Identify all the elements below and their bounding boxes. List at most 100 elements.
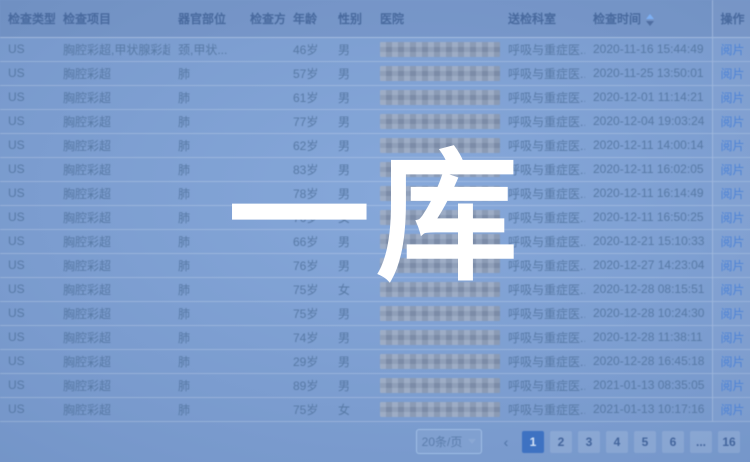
cell-exam-time: 2020-12-11 14:00:14 bbox=[585, 133, 712, 157]
table-row: US 胸腔彩超 肺 83岁 男 呼吸与重症医... 2020-12-11 16:… bbox=[0, 157, 750, 181]
cell-organ-part: 肺 bbox=[170, 133, 242, 157]
cell-age: 75岁 bbox=[285, 301, 330, 325]
cell-organ-part: 肺 bbox=[170, 301, 242, 325]
cell-exam-time: 2020-12-28 11:38:11 bbox=[585, 325, 712, 349]
table-row: US 胸腔彩超 肺 77岁 男 呼吸与重症医... 2020-12-04 19:… bbox=[0, 109, 750, 133]
cell-action: 阅片 bbox=[712, 37, 750, 61]
page-list: 123456... 16 bbox=[522, 431, 740, 453]
cell-organ-part: 肺 bbox=[170, 109, 242, 133]
cell-exam-type: US bbox=[0, 133, 55, 157]
page-size-select[interactable]: 20条/页 bbox=[416, 429, 482, 454]
page-button-6[interactable]: 6 bbox=[662, 431, 684, 453]
cell-exam-project: 胸腔彩超 bbox=[55, 181, 170, 205]
column-header-time[interactable]: 检查时间 bbox=[585, 0, 712, 37]
cell-exam-time: 2020-12-28 10:24:30 bbox=[585, 301, 712, 325]
cell-exam-time: 2020-11-25 13:50:01 bbox=[585, 61, 712, 85]
column-header-dept: 送检科室 bbox=[500, 0, 585, 37]
read-film-link[interactable]: 阅片 bbox=[721, 283, 745, 297]
cell-department: 呼吸与重症医... bbox=[500, 181, 585, 205]
cell-exam-method bbox=[242, 61, 285, 85]
read-film-link[interactable]: 阅片 bbox=[721, 379, 745, 393]
read-film-link[interactable]: 阅片 bbox=[721, 139, 745, 153]
read-film-link[interactable]: 阅片 bbox=[721, 163, 745, 177]
column-label: 检查类型 bbox=[8, 12, 55, 26]
cell-hospital bbox=[372, 373, 500, 397]
column-label: 检查时间 bbox=[593, 12, 641, 26]
cell-department: 呼吸与重症医... bbox=[500, 133, 585, 157]
cell-action: 阅片 bbox=[712, 253, 750, 277]
page-button-5[interactable]: 5 bbox=[634, 431, 656, 453]
cell-exam-type: US bbox=[0, 85, 55, 109]
read-film-link[interactable]: 阅片 bbox=[721, 91, 745, 105]
redacted-hospital-block bbox=[380, 90, 500, 105]
cell-exam-type: US bbox=[0, 157, 55, 181]
cell-hospital bbox=[372, 277, 500, 301]
page-button-16[interactable]: 16 bbox=[718, 431, 740, 453]
read-film-link[interactable]: 阅片 bbox=[721, 115, 745, 129]
page-button-2[interactable]: 2 bbox=[550, 431, 572, 453]
column-header-method: 检查方法 bbox=[242, 0, 285, 37]
cell-exam-time: 2020-11-16 15:44:49 bbox=[585, 37, 712, 61]
cell-organ-part: 肺 bbox=[170, 157, 242, 181]
cell-exam-type: US bbox=[0, 205, 55, 229]
read-film-link[interactable]: 阅片 bbox=[721, 235, 745, 249]
read-film-link[interactable]: 阅片 bbox=[721, 307, 745, 321]
cell-gender: 男 bbox=[330, 325, 372, 349]
column-label: 检查项目 bbox=[63, 12, 111, 26]
redacted-hospital-block bbox=[380, 42, 500, 57]
more-pages-button[interactable]: ... bbox=[690, 431, 712, 453]
cell-exam-type: US bbox=[0, 109, 55, 133]
column-label: 器官部位 bbox=[178, 12, 226, 26]
read-film-link[interactable]: 阅片 bbox=[721, 331, 745, 345]
cell-exam-method bbox=[242, 373, 285, 397]
cell-exam-type: US bbox=[0, 253, 55, 277]
read-film-link[interactable]: 阅片 bbox=[721, 211, 745, 225]
cell-exam-type: US bbox=[0, 37, 55, 61]
cell-exam-time: 2020-12-11 16:50:25 bbox=[585, 205, 712, 229]
sort-caret-icon[interactable] bbox=[646, 14, 654, 26]
cell-hospital bbox=[372, 181, 500, 205]
cell-exam-type: US bbox=[0, 349, 55, 373]
cell-exam-method bbox=[242, 325, 285, 349]
cell-hospital bbox=[372, 301, 500, 325]
page-button-1[interactable]: 1 bbox=[522, 431, 544, 453]
read-film-link[interactable]: 阅片 bbox=[721, 187, 745, 201]
column-header-age: 年龄 bbox=[285, 0, 330, 37]
cell-exam-time: 2020-12-11 16:02:05 bbox=[585, 157, 712, 181]
prev-page-button[interactable]: ‹ bbox=[496, 431, 516, 453]
cell-exam-time: 2021-01-13 08:35:05 bbox=[585, 373, 712, 397]
cell-exam-method bbox=[242, 181, 285, 205]
cell-organ-part: 肺 bbox=[170, 349, 242, 373]
cell-organ-part: 肺 bbox=[170, 229, 242, 253]
column-label: 检查方法 bbox=[250, 12, 285, 26]
cell-exam-project: 胸腔彩超 bbox=[55, 373, 170, 397]
table-row: US 胸腔彩超 肺 57岁 男 呼吸与重症医... 2020-11-25 13:… bbox=[0, 61, 750, 85]
redacted-hospital-block bbox=[380, 282, 500, 297]
cell-gender: 男 bbox=[330, 253, 372, 277]
redacted-hospital-block bbox=[380, 138, 500, 153]
cell-department: 呼吸与重症医... bbox=[500, 277, 585, 301]
read-film-link[interactable]: 阅片 bbox=[721, 355, 745, 369]
cell-hospital bbox=[372, 157, 500, 181]
cell-age: 77岁 bbox=[285, 109, 330, 133]
read-film-link[interactable]: 阅片 bbox=[721, 259, 745, 273]
column-label: 性别 bbox=[338, 12, 362, 26]
cell-department: 呼吸与重症医... bbox=[500, 229, 585, 253]
cell-exam-time: 2020-12-11 16:14:49 bbox=[585, 181, 712, 205]
cell-age: 66岁 bbox=[285, 229, 330, 253]
page-button-3[interactable]: 3 bbox=[578, 431, 600, 453]
cell-hospital bbox=[372, 397, 500, 421]
read-film-link[interactable]: 阅片 bbox=[721, 403, 745, 417]
cell-organ-part: 颈,甲状... bbox=[170, 37, 242, 61]
cell-action: 阅片 bbox=[712, 349, 750, 373]
page-button-4[interactable]: 4 bbox=[606, 431, 628, 453]
cell-exam-project: 胸腔彩超 bbox=[55, 133, 170, 157]
read-film-link[interactable]: 阅片 bbox=[721, 43, 745, 57]
read-film-link[interactable]: 阅片 bbox=[721, 67, 745, 81]
cell-age: 74岁 bbox=[285, 325, 330, 349]
cell-exam-method bbox=[242, 157, 285, 181]
cell-hospital bbox=[372, 229, 500, 253]
table-row: US 胸腔彩超 肺 89岁 男 呼吸与重症医... 2021-01-13 08:… bbox=[0, 373, 750, 397]
column-header-type: 检查类型 bbox=[0, 0, 55, 37]
cell-action: 阅片 bbox=[712, 157, 750, 181]
